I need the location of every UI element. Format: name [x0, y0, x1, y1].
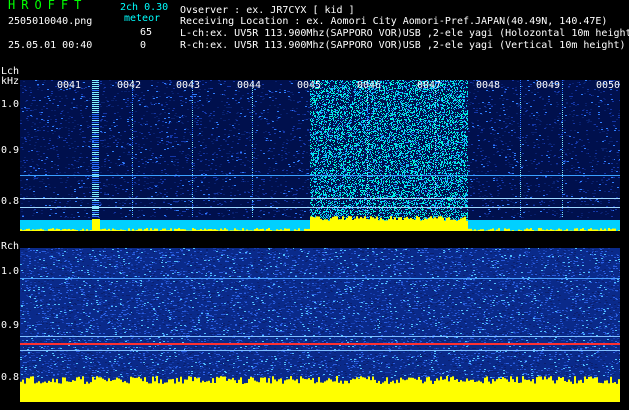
lch-time-label: 0048: [476, 80, 500, 91]
timestamp-label: 25.05.01 00:40: [8, 40, 92, 51]
lch-time-label: 0042: [117, 80, 141, 91]
lch-time-label: 0047: [417, 80, 441, 91]
lch-time-label: 0041: [57, 80, 81, 91]
lch-unit-label: kHz: [1, 76, 19, 87]
lch-time-label: 0050: [596, 80, 620, 91]
rch-info-line: R-ch:ex. UV5R 113.900Mhz(SAPPORO VOR)USB…: [180, 40, 626, 51]
rch-spectrogram-svg: [20, 248, 620, 402]
rch-channel-label: Rch: [1, 241, 19, 252]
rch-spectrogram: [20, 248, 620, 402]
lch-ytick-1-0: 1.0: [1, 99, 19, 110]
location-line: Receiving Location : ex. Aomori City Aom…: [180, 16, 607, 27]
lch-info-line: L-ch:ex. UV5R 113.900Mhz(SAPPORO VOR)USB…: [180, 28, 629, 39]
lch-time-label: 0045: [297, 80, 321, 91]
lch-spectrogram-svg: [20, 80, 620, 231]
observer-line: Ovserver : ex. JR7CYX [ kid ]: [180, 5, 355, 16]
mode-label: 2ch 0.30: [120, 2, 168, 13]
filename-label: 2505010040.png: [8, 16, 92, 27]
rch-ytick-0-8: 0.8: [1, 372, 19, 383]
rch-ytick-0-9: 0.9: [1, 320, 19, 331]
lch-time-label: 0049: [536, 80, 560, 91]
type-label: meteor: [124, 13, 160, 24]
rch-count: 0: [140, 40, 146, 51]
lch-time-label: 0043: [176, 80, 200, 91]
lch-ytick-0-9: 0.9: [1, 145, 19, 156]
lch-time-label: 0044: [237, 80, 261, 91]
lch-spectrogram: [20, 80, 620, 231]
app-logo: HROFFT: [8, 0, 87, 11]
lch-ytick-0-8: 0.8: [1, 196, 19, 207]
rch-ytick-1-0: 1.0: [1, 266, 19, 277]
lch-time-label: 0046: [357, 80, 381, 91]
lch-count: 65: [140, 27, 152, 38]
